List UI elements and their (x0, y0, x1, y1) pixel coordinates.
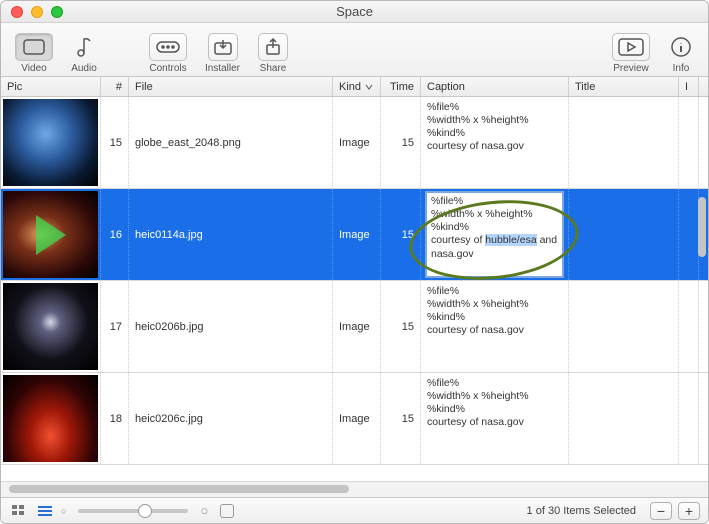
window-title: Space (1, 4, 708, 19)
slider-knob[interactable] (138, 504, 152, 518)
thumbnail-cell[interactable] (1, 281, 101, 372)
video-icon (23, 39, 45, 55)
remove-button[interactable]: − (650, 502, 672, 520)
thumbnail-size-slider[interactable] (78, 509, 188, 513)
col-time[interactable]: Time (381, 77, 421, 96)
row-number: 18 (101, 373, 129, 464)
preview-icon (618, 38, 644, 56)
slider-min-icon: ○ (61, 506, 66, 516)
audio-button[interactable]: Audio (65, 33, 103, 74)
table-row[interactable]: 17heic0206b.jpgImage15%file% %width% x %… (1, 281, 708, 373)
play-icon (36, 215, 66, 255)
kind-cell: Image (333, 97, 381, 188)
title-cell[interactable] (569, 373, 679, 464)
slider-max-icon: ○ (200, 503, 208, 518)
col-pic[interactable]: Pic (1, 77, 101, 96)
kind-cell: Image (333, 373, 381, 464)
row-number: 16 (101, 189, 129, 280)
controls-icon (156, 41, 180, 53)
caption-cell[interactable]: %file% %width% x %height% %kind% courtes… (421, 373, 569, 464)
controls-button[interactable]: Controls (143, 33, 193, 74)
i-cell (679, 281, 699, 372)
table-body: 15globe_east_2048.pngImage15%file% %widt… (1, 97, 708, 481)
row-number: 15 (101, 97, 129, 188)
list-view-button[interactable] (35, 503, 55, 519)
thumbnail-cell[interactable] (1, 189, 101, 280)
thumbnail (3, 99, 98, 186)
file-name[interactable]: heic0206b.jpg (129, 281, 333, 372)
thumbnail-cell[interactable] (1, 373, 101, 464)
col-i[interactable]: I (679, 77, 699, 96)
row-number: 17 (101, 281, 129, 372)
thumbnail (3, 191, 98, 278)
table-header: Pic # File Kind Time Caption Title I (1, 77, 708, 97)
caption-selection: hubble/esa (485, 234, 536, 246)
time-cell: 15 (381, 281, 421, 372)
col-number[interactable]: # (101, 77, 129, 96)
caption-cell[interactable]: %file% %width% x %height% %kind% courtes… (421, 189, 569, 280)
titlebar: Space (1, 1, 708, 23)
title-cell[interactable] (569, 281, 679, 372)
col-file[interactable]: File (129, 77, 333, 96)
window-controls (1, 6, 63, 18)
title-cell[interactable] (569, 189, 679, 280)
table-row[interactable]: 16heic0114a.jpgImage15%file% %width% x %… (1, 189, 708, 281)
audio-icon (75, 36, 93, 58)
grid-icon (12, 505, 26, 517)
info-icon (671, 37, 691, 57)
time-cell: 15 (381, 97, 421, 188)
i-cell (679, 189, 699, 280)
fit-checkbox[interactable] (220, 504, 234, 518)
info-button[interactable]: Info (662, 33, 700, 74)
toolbar: Video Audio Controls Installer Share (1, 23, 708, 77)
i-cell (679, 373, 699, 464)
file-name[interactable]: heic0114a.jpg (129, 189, 333, 280)
share-button[interactable]: Share (252, 33, 294, 74)
table-row[interactable]: 15globe_east_2048.pngImage15%file% %widt… (1, 97, 708, 189)
thumbnail (3, 375, 98, 462)
app-window: Space Video Audio Controls Installer (0, 0, 709, 524)
selection-status: 1 of 30 Items Selected (527, 505, 636, 517)
close-window-button[interactable] (11, 6, 23, 18)
col-kind[interactable]: Kind (333, 77, 381, 96)
thumbnail (3, 283, 98, 370)
caption-cell[interactable]: %file% %width% x %height% %kind% courtes… (421, 281, 569, 372)
file-name[interactable]: heic0206c.jpg (129, 373, 333, 464)
chevron-down-icon (365, 84, 373, 90)
time-cell: 15 (381, 189, 421, 280)
caption-editor[interactable]: %file% %width% x %height% %kind% courtes… (427, 193, 562, 276)
share-icon (265, 38, 281, 56)
horizontal-scrollbar[interactable] (1, 481, 708, 497)
thumbnail-cell[interactable] (1, 97, 101, 188)
installer-button[interactable]: Installer (199, 33, 246, 74)
col-caption[interactable]: Caption (421, 77, 569, 96)
table-row[interactable]: 18heic0206c.jpgImage15%file% %width% x %… (1, 373, 708, 465)
caption-cell[interactable]: %file% %width% x %height% %kind% courtes… (421, 97, 569, 188)
time-cell: 15 (381, 373, 421, 464)
file-name[interactable]: globe_east_2048.png (129, 97, 333, 188)
kind-cell: Image (333, 189, 381, 280)
kind-cell: Image (333, 281, 381, 372)
video-button[interactable]: Video (9, 33, 59, 74)
minimize-window-button[interactable] (31, 6, 43, 18)
scrollbar-thumb[interactable] (9, 485, 349, 493)
zoom-window-button[interactable] (51, 6, 63, 18)
vertical-scrollbar[interactable] (698, 197, 706, 257)
preview-button[interactable]: Preview (606, 33, 656, 74)
list-icon (38, 505, 52, 517)
installer-icon (214, 39, 232, 55)
grid-view-button[interactable] (9, 503, 29, 519)
col-title[interactable]: Title (569, 77, 679, 96)
add-button[interactable]: + (678, 502, 700, 520)
title-cell[interactable] (569, 97, 679, 188)
i-cell (679, 97, 699, 188)
footer: ○ ○ 1 of 30 Items Selected − + (1, 497, 708, 523)
